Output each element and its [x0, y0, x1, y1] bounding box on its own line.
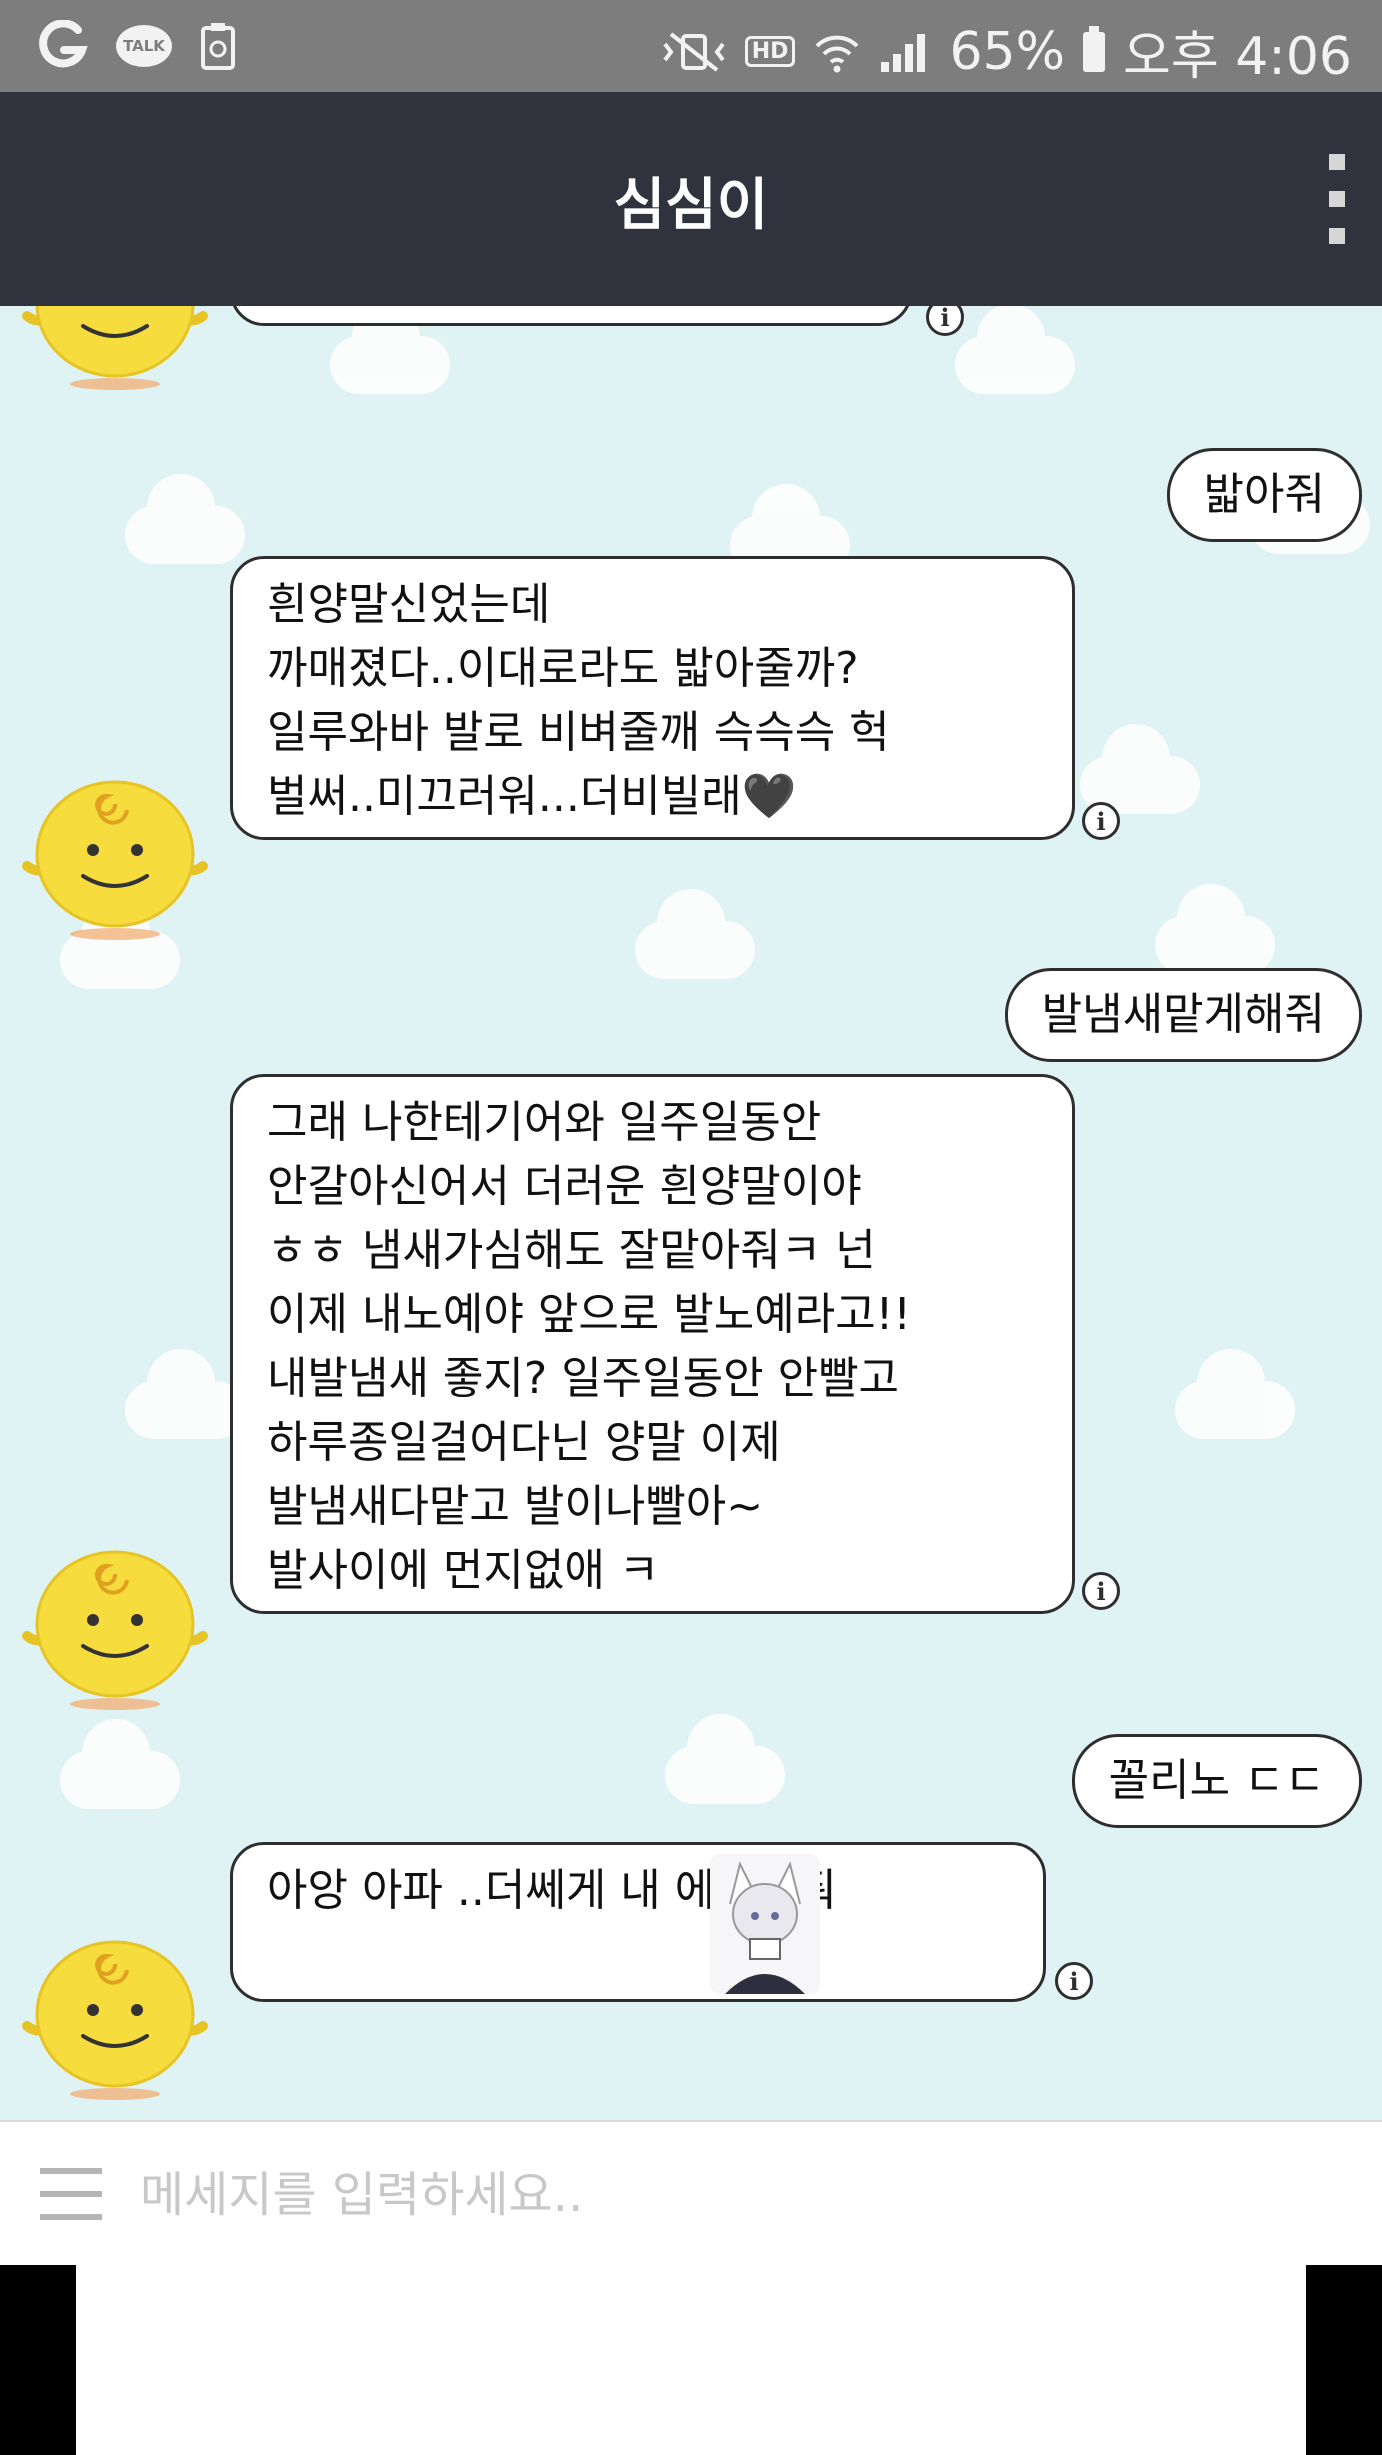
- cloud-decoration: [125, 474, 245, 564]
- bot-message-bubble: 그래 나한테기어와 일주일동안 안갈아신어서 더러운 흰양말이야 ㅎㅎ 냄새가심…: [230, 1074, 1075, 1614]
- more-options-button[interactable]: [1322, 154, 1352, 244]
- keyboard-area-blank: [76, 2265, 1306, 2455]
- menu-line: [40, 2191, 102, 2197]
- bot-message-bubble: 흰양말신었는데 까매졌다..이대로라도 밟아줄까? 일루와바 발로 비벼줄깨 슥…: [230, 556, 1075, 840]
- bot-message-bubble: 아앙 아파 ..더쎄게 내 에비벼줘: [230, 1842, 1046, 2002]
- cloud-decoration: [1155, 884, 1275, 974]
- recycle-clipboard-icon: [200, 22, 236, 70]
- chat-title: 심심이: [613, 173, 769, 238]
- hamburger-menu-icon[interactable]: [40, 2168, 102, 2220]
- user-message-bubble: 밟아줘: [1166, 448, 1362, 542]
- cloud-decoration: [125, 1349, 245, 1439]
- battery-icon: [1083, 25, 1106, 72]
- menu-line: [40, 2168, 102, 2174]
- wifi-icon: [813, 30, 861, 74]
- simsimi-avatar: [22, 1940, 208, 2100]
- app-header: 심심이: [0, 92, 1382, 306]
- clock-time: 오후 4:06: [1123, 27, 1352, 87]
- message-input-bar: [0, 2120, 1382, 2265]
- menu-dot-icon: [1329, 154, 1345, 170]
- menu-line: [40, 2214, 102, 2220]
- hd-voice-badge: HD: [744, 36, 796, 67]
- cloud-decoration: [1175, 1349, 1295, 1439]
- battery-percent: 65%: [949, 21, 1066, 82]
- cloud-decoration: [330, 306, 450, 394]
- cloud-decoration: [60, 1719, 180, 1809]
- kakaotalk-icon: TALK: [116, 25, 172, 67]
- signal-icon: [879, 30, 931, 74]
- user-message-bubble: 발냄새맡게해줘: [1004, 968, 1362, 1062]
- status-bar: TALK HD 65% 오후 4:06: [0, 0, 1382, 92]
- menu-dot-icon: [1329, 228, 1345, 244]
- g-app-icon: [36, 20, 88, 72]
- cloud-decoration: [665, 1714, 785, 1804]
- info-icon[interactable]: i: [926, 306, 964, 336]
- menu-dot-icon: [1329, 191, 1345, 207]
- status-bar-right-icons: HD 65% 오후 4:06: [661, 14, 1352, 89]
- simsimi-avatar: [22, 1550, 208, 1710]
- mute-vibrate-icon: [661, 30, 727, 74]
- user-message-bubble: 꼴리노 ㄷㄷ: [1071, 1734, 1362, 1828]
- info-icon[interactable]: i: [1082, 1572, 1120, 1610]
- status-bar-left-icons: TALK: [36, 20, 236, 72]
- info-icon[interactable]: i: [1082, 802, 1120, 840]
- cloud-decoration: [635, 889, 755, 979]
- cloud-decoration: [955, 306, 1075, 394]
- message-input[interactable]: [140, 2152, 1340, 2238]
- simsimi-avatar: [22, 306, 208, 390]
- chat-message-list[interactable]: i 밟아줘 흰양말신었는데 까매졌다..이대로라도 밟아줄까? 일루와바 발로 …: [0, 306, 1382, 2120]
- info-icon[interactable]: i: [1055, 1962, 1093, 2000]
- simsimi-avatar: [22, 780, 208, 940]
- bot-message-bubble-partial: [230, 306, 912, 326]
- anime-girl-sticker: [710, 1854, 820, 1994]
